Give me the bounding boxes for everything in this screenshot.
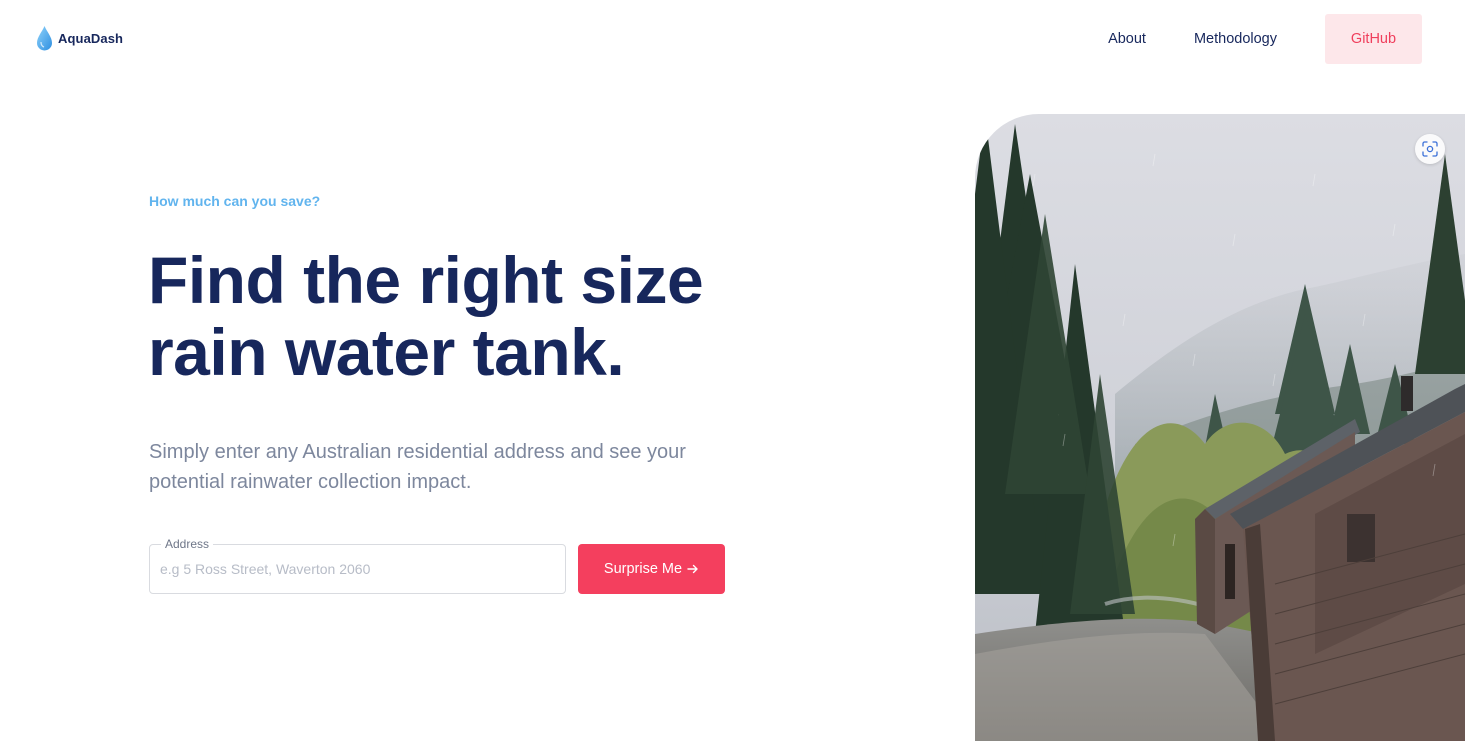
hero-image [975,114,1465,741]
surprise-me-button[interactable]: Surprise Me [578,544,725,594]
address-label: Address [161,537,214,551]
github-button[interactable]: GitHub [1325,14,1422,64]
visual-search-button[interactable] [1415,134,1445,164]
hero-subtitle: Simply enter any Australian residential … [149,437,749,497]
brand-logo[interactable]: AquaDash [36,24,123,52]
arrow-right-icon [687,564,698,574]
nav-link-about[interactable]: About [1108,14,1146,64]
surprise-me-label: Surprise Me [603,561,683,577]
headline-line-1: Find the right size [148,243,704,317]
water-drop-icon [37,26,52,51]
headline-line-2: rain water tank. [148,315,625,389]
visual-search-icon [1422,141,1438,157]
main-nav: About Methodology GitHub [1108,14,1422,64]
address-input[interactable] [160,545,555,593]
site-header: AquaDash About Methodology GitHub [0,0,1465,80]
hero-eyebrow: How much can you save? [149,193,321,209]
rainy-cabin-scene [975,114,1465,741]
hero-headline: Find the right size rain water tank. [148,243,704,389]
subtitle-line-2: potential rainwater collection impact. [149,471,472,493]
nav-link-methodology[interactable]: Methodology [1194,14,1277,64]
brand-name: AquaDash [58,30,124,46]
subtitle-line-1: Simply enter any Australian residential … [149,441,686,463]
address-field[interactable] [149,544,566,594]
